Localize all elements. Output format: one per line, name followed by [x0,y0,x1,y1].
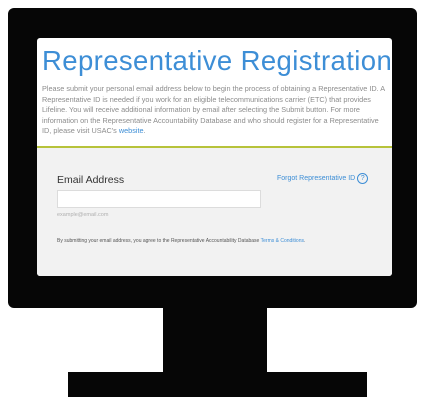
forgot-representative-id-link[interactable]: Forgot Representative ID ? [277,173,369,184]
intro-end: . [143,126,146,136]
monitor-stand-base [68,372,367,397]
email-input[interactable] [57,190,261,208]
website-link[interactable]: website [119,126,144,135]
forgot-link-label[interactable]: Forgot Representative ID [277,175,355,182]
terms-text: By submitting your email address, you ag… [57,238,261,244]
email-hint: example@email.com [57,212,109,218]
intro-paragraph: Please submit your personal email addres… [42,84,388,137]
monitor-stand-neck [163,307,267,373]
email-label: Email Address [57,174,125,186]
page-title: Representative Registration [42,45,392,76]
registration-form: Email Address Forgot Representative ID ?… [37,148,392,276]
monitor-screen: Representative Registration Please submi… [37,38,392,276]
help-icon[interactable]: ? [357,173,369,184]
terms-conditions-link[interactable]: Terms & Conditions [261,238,304,244]
intro-text: Please submit your personal email addres… [42,84,385,136]
terms-notice: By submitting your email address, you ag… [57,238,305,244]
terms-end: . [304,238,306,244]
